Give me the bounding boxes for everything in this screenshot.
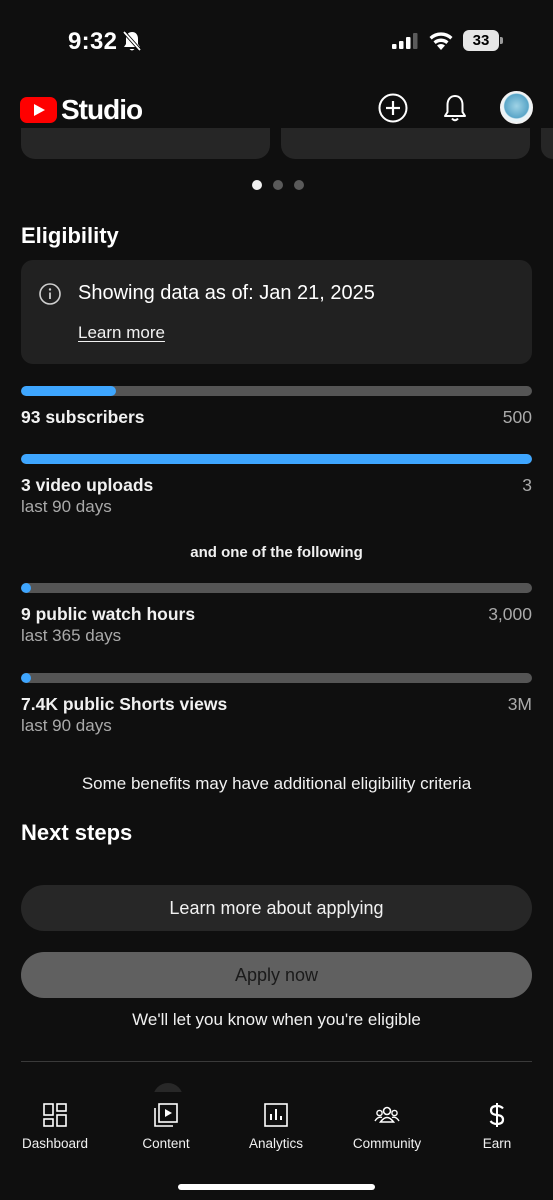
nav-earn[interactable]: Earn [442, 1102, 552, 1151]
cell-signal-icon [392, 33, 418, 49]
watch-hours-label: 9 public watch hours [21, 604, 196, 624]
bell-off-icon [122, 30, 142, 52]
battery-tip [500, 37, 503, 44]
account-avatar[interactable] [500, 91, 533, 124]
uploads-progress-bar [21, 454, 532, 464]
carousel-card[interactable] [21, 128, 270, 159]
and-one-of-following: and one of the following [190, 544, 363, 561]
nav-analytics[interactable]: Analytics [221, 1102, 331, 1151]
logo-text: Studio [61, 94, 143, 125]
progress-fill [21, 673, 32, 683]
subscribers-goal: 500 [502, 407, 532, 427]
divider [21, 1061, 532, 1062]
watch-hours-progress-bar [21, 583, 532, 593]
data-date-card: Showing data as of: Jan 21, 2025 Learn m… [21, 260, 532, 364]
youtube-play-icon [20, 97, 57, 123]
uploads-goal: 3 [522, 475, 532, 495]
info-icon [39, 283, 61, 305]
carousel-card[interactable] [281, 128, 530, 159]
analytics-icon [264, 1103, 288, 1127]
uploads-period: last 90 days [21, 497, 112, 516]
nav-community[interactable]: Community [332, 1102, 442, 1151]
nav-label: Earn [482, 1136, 512, 1151]
dashboard-icon [43, 1103, 67, 1127]
shorts-views-goal: 3M [507, 694, 532, 714]
nav-label: Content [142, 1136, 190, 1151]
nav-label: Analytics [248, 1136, 304, 1151]
progress-fill [21, 583, 32, 593]
nav-dashboard[interactable]: Dashboard [0, 1102, 110, 1151]
home-indicator [178, 1184, 375, 1190]
shorts-views-progress-bar [21, 673, 532, 683]
nav-content[interactable]: Content [111, 1102, 221, 1151]
carousel-dot[interactable] [294, 180, 304, 190]
learn-more-link[interactable]: Learn more [78, 323, 165, 343]
status-bar: 9:32 33 [0, 0, 553, 80]
nav-label: Community [352, 1136, 422, 1151]
progress-fill [21, 386, 117, 396]
next-steps-title: Next steps [21, 820, 133, 845]
carousel-pagination [252, 180, 304, 190]
learn-more-applying-button[interactable]: Learn more about applying [21, 885, 532, 931]
notifications-bell-icon[interactable] [439, 92, 471, 124]
subscribers-progress-bar [21, 386, 532, 396]
shorts-views-label: 7.4K public Shorts views [21, 694, 228, 714]
carousel-dot[interactable] [252, 180, 262, 190]
carousel-card[interactable] [541, 128, 553, 159]
wifi-icon [429, 32, 453, 50]
progress-fill [21, 454, 532, 464]
subscribers-label: 93 subscribers [21, 407, 145, 427]
content-icon [154, 1103, 178, 1127]
eligible-note: We'll let you know when you're eligible [132, 1010, 421, 1029]
watch-hours-goal: 3,000 [488, 604, 532, 624]
shorts-views-period: last 90 days [21, 716, 112, 735]
community-icon [374, 1106, 400, 1123]
earn-icon [489, 1103, 505, 1127]
uploads-label: 3 video uploads [21, 475, 154, 495]
create-plus-icon[interactable] [377, 92, 409, 124]
status-time: 9:32 [68, 28, 118, 55]
battery-indicator: 33 [463, 30, 503, 51]
watch-hours-period: last 365 days [21, 626, 122, 645]
data-date-text: Showing data as of: Jan 21, 2025 [78, 282, 375, 304]
nav-label: Dashboard [21, 1136, 89, 1151]
studio-logo[interactable]: Studio [20, 94, 143, 126]
benefits-note: Some benefits may have additional eligib… [81, 774, 472, 793]
battery-level: 33 [463, 30, 499, 51]
carousel-dot[interactable] [273, 180, 283, 190]
eligibility-title: Eligibility [21, 223, 119, 248]
apply-now-button[interactable]: Apply now [21, 952, 532, 998]
